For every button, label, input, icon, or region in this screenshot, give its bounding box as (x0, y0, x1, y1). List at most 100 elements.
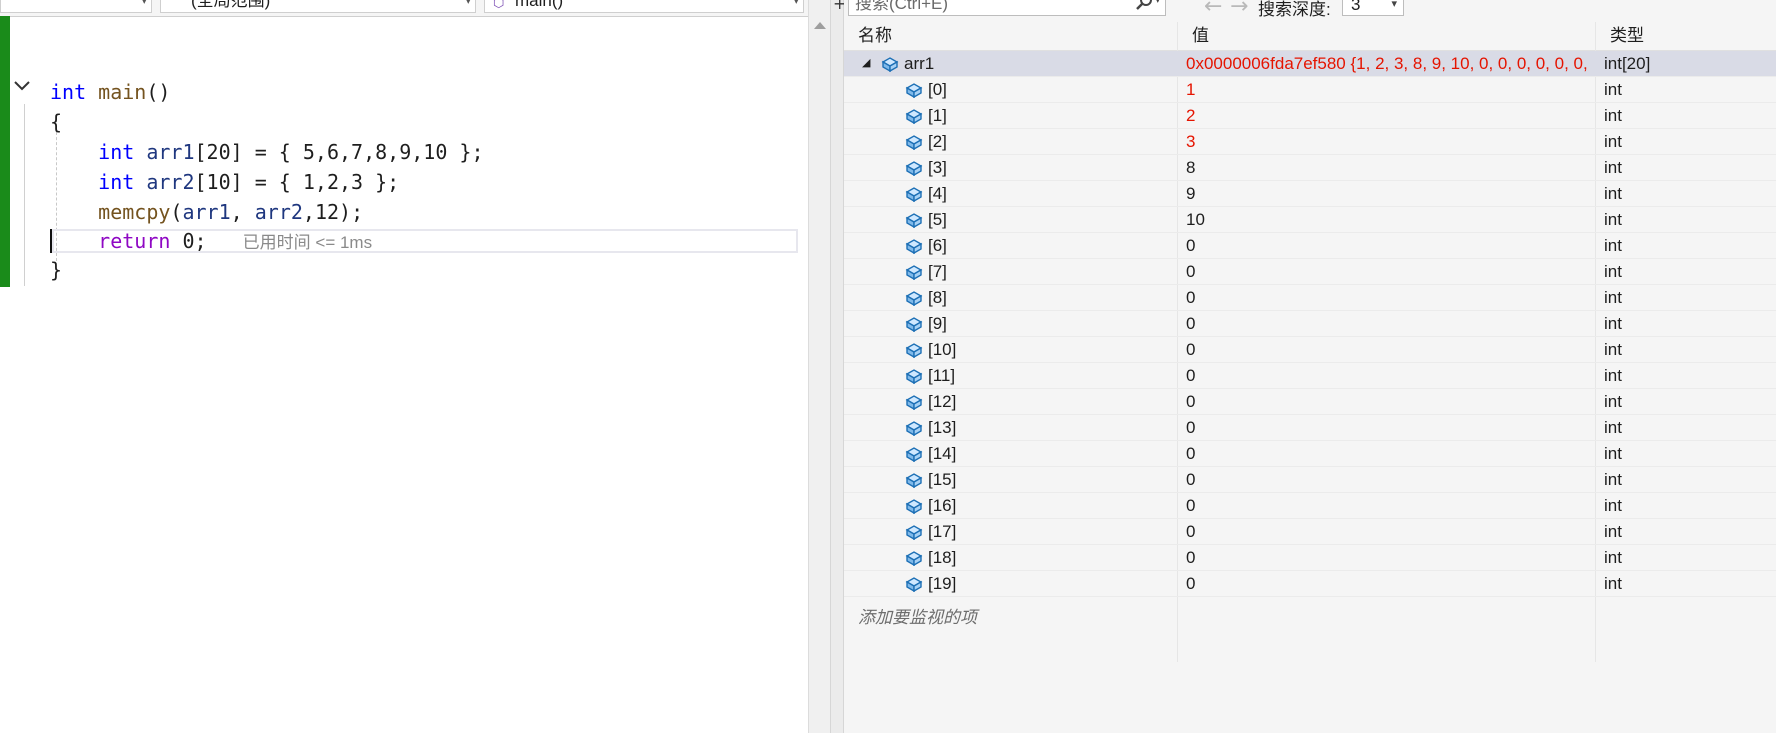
pane-splitter[interactable]: + (830, 0, 846, 733)
chevron-down-icon: ▾ (141, 0, 147, 7)
value-cell[interactable]: 9 (1178, 181, 1592, 206)
scroll-up-arrow-icon[interactable] (814, 22, 826, 29)
perf-tip[interactable]: 已用时间 <= 1ms (243, 233, 372, 252)
variable-icon (880, 54, 900, 73)
forward-arrow-icon[interactable]: → (1230, 0, 1248, 19)
watch-row[interactable]: [3] 8 int (844, 155, 1776, 181)
watch-row-root[interactable]: ◢ arr1 0x0000006fda7ef580 {1, 2, 3, 8, 9… (844, 51, 1776, 77)
variable-icon (904, 210, 924, 229)
watch-row[interactable]: [9] 0 int (844, 311, 1776, 337)
name-cell: ◢ arr1 (844, 51, 1174, 76)
watch-row[interactable]: [8] 0 int (844, 285, 1776, 311)
name-cell: [2] (844, 129, 1174, 154)
value-cell[interactable]: 0 (1178, 233, 1592, 258)
watch-row[interactable]: [14] 0 int (844, 441, 1776, 467)
value-cell[interactable]: 0 (1178, 519, 1592, 544)
add-watch-item[interactable]: 添加要监视的项 (858, 603, 977, 628)
watch-header: 名称 值 类型 (844, 22, 1776, 51)
keyword: int (50, 80, 87, 104)
variable-icon (904, 574, 924, 593)
variable-icon (904, 392, 924, 411)
watch-row[interactable]: [1] 2 int (844, 103, 1776, 129)
element-index: [16] (928, 496, 957, 515)
value-cell[interactable]: 0 (1178, 337, 1592, 362)
watch-row[interactable]: [2] 3 int (844, 129, 1776, 155)
value-cell[interactable]: 0 (1178, 259, 1592, 284)
value-cell[interactable]: 0 (1178, 311, 1592, 336)
value-cell[interactable]: 0 (1178, 545, 1592, 570)
watch-row[interactable]: [7] 0 int (844, 259, 1776, 285)
name-cell: [19] (844, 571, 1174, 596)
code-editor[interactable]: ▾ (全局范围) ▾ ⬡ main() ▾ int main() { int a… (0, 0, 808, 733)
project-dropdown[interactable]: ▾ (0, 0, 152, 13)
watch-row[interactable]: [11] 0 int (844, 363, 1776, 389)
type-cell: int (1604, 262, 1622, 281)
type-cell: int (1604, 574, 1622, 593)
value-cell[interactable]: 3 (1178, 129, 1592, 154)
name-cell: [9] (844, 311, 1174, 336)
value-cell[interactable]: 0 (1178, 389, 1592, 414)
search-box[interactable]: ▾ (848, 0, 1166, 16)
name-cell: [18] (844, 545, 1174, 570)
keyword: int (98, 170, 135, 194)
element-index: [11] (928, 366, 956, 385)
element-index: [2] (928, 132, 947, 151)
type-cell: int (1604, 470, 1622, 489)
value-cell[interactable]: 0 (1178, 493, 1592, 518)
value-cell[interactable]: 0 (1178, 571, 1592, 596)
code-line-4: int arr2[10] = { 1,2,3 }; (50, 170, 399, 194)
watch-row[interactable]: [4] 9 int (844, 181, 1776, 207)
watch-row[interactable]: [0] 1 int (844, 77, 1776, 103)
watch-row[interactable]: [12] 0 int (844, 389, 1776, 415)
value-cell[interactable]: 0x0000006fda7ef580 {1, 2, 3, 8, 9, 10, 0… (1178, 51, 1592, 76)
chevron-down-icon[interactable]: ▾ (1155, 0, 1161, 6)
collapse-triangle-icon[interactable]: ◢ (862, 51, 870, 76)
element-index: [1] (928, 106, 947, 125)
name-cell: [14] (844, 441, 1174, 466)
value-cell[interactable]: 0 (1178, 415, 1592, 440)
variable-icon (904, 470, 924, 489)
watch-row[interactable]: [18] 0 int (844, 545, 1776, 571)
watch-row[interactable]: [10] 0 int (844, 337, 1776, 363)
variable-name: arr1 (182, 200, 231, 224)
type-cell: int (1604, 418, 1622, 437)
function-dropdown[interactable]: ⬡ main() ▾ (484, 0, 804, 13)
column-header-value[interactable]: 值 (1178, 22, 1596, 50)
watch-row[interactable]: [17] 0 int (844, 519, 1776, 545)
name-cell: [17] (844, 519, 1174, 544)
search-depth-dropdown[interactable]: 3 ▾ (1342, 0, 1404, 16)
type-cell: int (1604, 80, 1622, 99)
type-cell: int (1604, 366, 1622, 385)
value-cell[interactable]: 1 (1178, 77, 1592, 102)
code-line-3: int arr1[20] = { 5,6,7,8,9,10 }; (50, 140, 483, 164)
watch-row[interactable]: [6] 0 int (844, 233, 1776, 259)
value-cell[interactable]: 0 (1178, 285, 1592, 310)
watch-row[interactable]: [19] 0 int (844, 571, 1776, 597)
name-cell: [0] (844, 77, 1174, 102)
value-cell[interactable]: 0 (1178, 441, 1592, 466)
column-header-name[interactable]: 名称 (844, 22, 1178, 50)
scope-dropdown[interactable]: (全局范围) ▾ (160, 0, 476, 13)
watch-row[interactable]: [16] 0 int (844, 493, 1776, 519)
search-input[interactable] (855, 0, 1105, 14)
watch-row[interactable]: [5] 10 int (844, 207, 1776, 233)
type-cell: int (1604, 392, 1622, 411)
collapse-chevron-icon[interactable] (13, 80, 31, 96)
watch-row[interactable]: [13] 0 int (844, 415, 1776, 441)
variable-icon (904, 132, 924, 151)
back-arrow-icon[interactable]: ← (1204, 0, 1222, 19)
name-cell: [4] (844, 181, 1174, 206)
value-cell[interactable]: 0 (1178, 363, 1592, 388)
watch-row[interactable]: [15] 0 int (844, 467, 1776, 493)
search-icon[interactable] (1135, 0, 1153, 15)
code-line-5: memcpy(arr1, arr2,12); (50, 200, 363, 224)
value-cell[interactable]: 10 (1178, 207, 1592, 232)
type-cell: int (1604, 496, 1622, 515)
type-cell: int (1604, 340, 1622, 359)
navigation-bar: ▾ (全局范围) ▾ ⬡ main() ▾ (0, 0, 808, 17)
editor-vertical-scrollbar[interactable] (808, 0, 831, 733)
value-cell[interactable]: 0 (1178, 467, 1592, 492)
value-cell[interactable]: 8 (1178, 155, 1592, 180)
column-header-type[interactable]: 类型 (1596, 22, 1776, 50)
value-cell[interactable]: 2 (1178, 103, 1592, 128)
